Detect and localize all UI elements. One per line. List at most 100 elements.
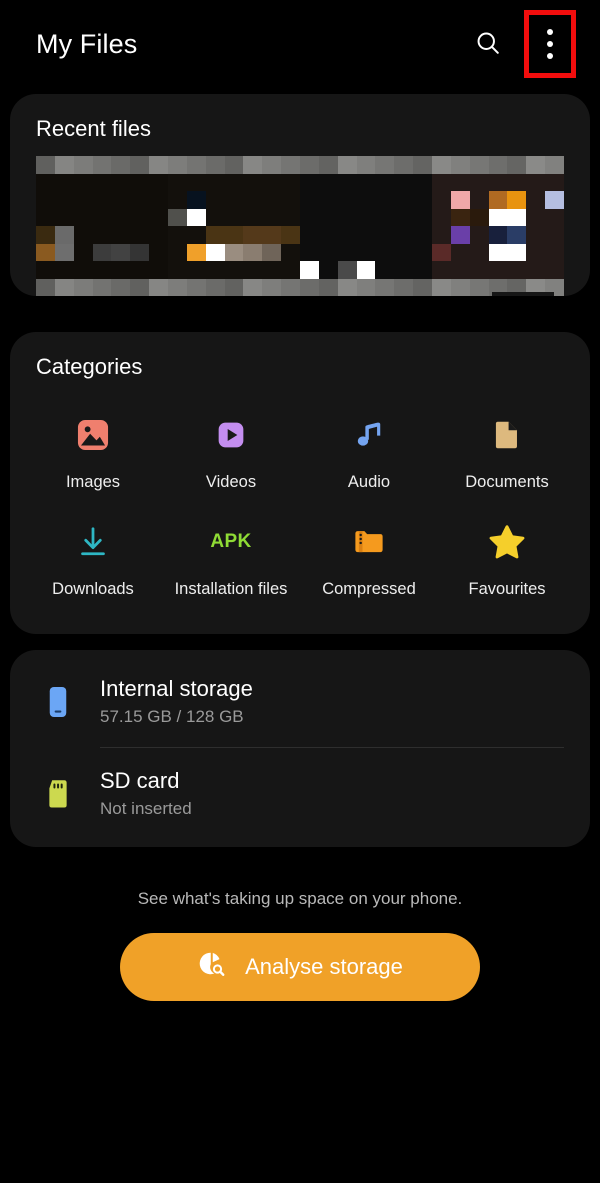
thumbnail-pixel — [262, 243, 282, 261]
search-icon — [474, 29, 502, 60]
thumbnail-pixel — [130, 226, 150, 244]
category-videos[interactable]: Videos — [162, 402, 300, 501]
category-label: Installation files — [174, 580, 288, 599]
thumbnail-pixel — [262, 278, 282, 296]
thumbnail-pixel — [92, 156, 112, 174]
document-icon — [484, 412, 530, 458]
thumbnail-pixel — [205, 208, 225, 226]
storage-text: Internal storage 57.15 GB / 128 GB — [100, 676, 253, 727]
storage-status: Not inserted — [100, 799, 192, 819]
thumbnail-pixel — [356, 261, 376, 279]
category-favourites[interactable]: Favourites — [438, 509, 576, 608]
thumbnail-pixel — [243, 191, 263, 209]
category-label: Favourites — [468, 580, 546, 599]
recent-files-thumbnails[interactable] — [36, 156, 564, 296]
thumbnail-pixel — [224, 208, 244, 226]
thumbnail-pixel — [224, 243, 244, 261]
folder-zip-icon — [346, 519, 392, 565]
thumbnail-pixel — [356, 278, 376, 296]
thumbnail-pixel — [488, 243, 508, 261]
thumbnail-pixel — [186, 191, 206, 209]
thumbnail-pixel — [54, 173, 74, 191]
thumbnail-pixel — [318, 173, 338, 191]
thumbnail-pixel — [73, 173, 93, 191]
thumbnail-pixel — [224, 156, 244, 174]
thumbnail-pixel — [243, 261, 263, 279]
thumbnail-pixel — [507, 156, 527, 174]
thumbnail-pixel — [450, 278, 470, 296]
overflow-menu-button[interactable] — [524, 10, 576, 78]
storage-usage: 57.15 GB / 128 GB — [100, 707, 244, 727]
thumbnail-pixel — [450, 173, 470, 191]
thumbnail-pixel — [318, 208, 338, 226]
app-bar: My Files — [0, 0, 600, 88]
search-button[interactable] — [462, 18, 514, 70]
thumbnail-pixel — [73, 261, 93, 279]
thumbnail-pixel — [262, 191, 282, 209]
recent-files-card: Recent files — [10, 94, 590, 296]
storage-text: SD card Not inserted — [100, 768, 192, 819]
thumbnail-pixel — [224, 278, 244, 296]
thumbnail-pixel — [54, 261, 74, 279]
thumbnail-pixel — [394, 278, 414, 296]
thumbnail-pixel — [450, 243, 470, 261]
analyse-storage-label: Analyse storage — [245, 954, 403, 980]
thumbnail-pixel — [149, 173, 168, 191]
thumbnail-pixel — [318, 261, 338, 279]
thumbnail-pixel — [281, 261, 300, 279]
thumbnail-pixel — [545, 261, 564, 279]
thumbnail-pixel — [356, 226, 376, 244]
storage-row-sdcard[interactable]: SD card Not inserted — [10, 748, 590, 839]
thumbnail-pixel — [375, 243, 395, 261]
thumbnail-pixel — [36, 173, 55, 191]
thumbnail-pixel — [168, 226, 187, 244]
thumbnail-pixel — [300, 226, 319, 244]
thumbnail-pixel — [224, 173, 244, 191]
thumbnail-pixel — [111, 278, 131, 296]
thumbnail-pixel — [318, 191, 338, 209]
storage-card: Internal storage 57.15 GB / 128 GB SD ca… — [10, 650, 590, 848]
analyse-storage-button[interactable]: Analyse storage — [120, 933, 480, 1002]
category-images[interactable]: Images — [24, 402, 162, 501]
thumbnail-pixel — [205, 173, 225, 191]
thumbnail-pixel — [507, 226, 527, 244]
thumbnail-pixel — [111, 208, 131, 226]
thumbnail-pixel — [186, 278, 206, 296]
categories-title: Categories — [36, 354, 143, 379]
thumbnail-pixel — [243, 226, 263, 244]
thumbnail-pixel — [488, 208, 508, 226]
thumbnail-pixel — [432, 208, 451, 226]
thumbnail-pixel — [168, 243, 187, 261]
thumbnail-pixel — [450, 156, 470, 174]
thumbnail-pixel — [507, 191, 527, 209]
thumbnail-pixel — [111, 191, 131, 209]
thumbnail-pixel — [356, 191, 376, 209]
storage-row-internal[interactable]: Internal storage 57.15 GB / 128 GB — [10, 656, 590, 747]
thumbnail-pixel — [413, 261, 432, 279]
category-compressed[interactable]: Compressed — [300, 509, 438, 608]
thumbnail-pixel — [186, 226, 206, 244]
storage-name: Internal storage — [100, 676, 253, 702]
music-note-icon — [346, 412, 392, 458]
storage-name: SD card — [100, 768, 180, 794]
category-downloads[interactable]: Downloads — [24, 509, 162, 608]
thumbnail-pixel — [281, 226, 300, 244]
thumbnail-pixel — [205, 243, 225, 261]
thumbnail-pixel — [281, 173, 300, 191]
footer-section: See what's taking up space on your phone… — [0, 863, 600, 1002]
thumbnail-pixel — [356, 173, 376, 191]
category-installation-files[interactable]: APK Installation files — [162, 509, 300, 608]
thumbnail-pixel — [526, 173, 546, 191]
category-audio[interactable]: Audio — [300, 402, 438, 501]
thumbnail-pixel — [469, 243, 489, 261]
categories-card: Categories Images Videos Audio Documents… — [10, 332, 590, 635]
app-bar-actions — [462, 10, 576, 78]
thumbnail-pixel — [413, 173, 432, 191]
category-documents[interactable]: Documents — [438, 402, 576, 501]
thumbnail-pixel — [186, 173, 206, 191]
thumbnail-pixel — [375, 156, 395, 174]
category-label: Videos — [205, 473, 257, 491]
thumbnail-pixel — [507, 261, 527, 279]
thumbnail-pixel — [432, 156, 451, 174]
thumbnail-pixel — [281, 278, 300, 296]
